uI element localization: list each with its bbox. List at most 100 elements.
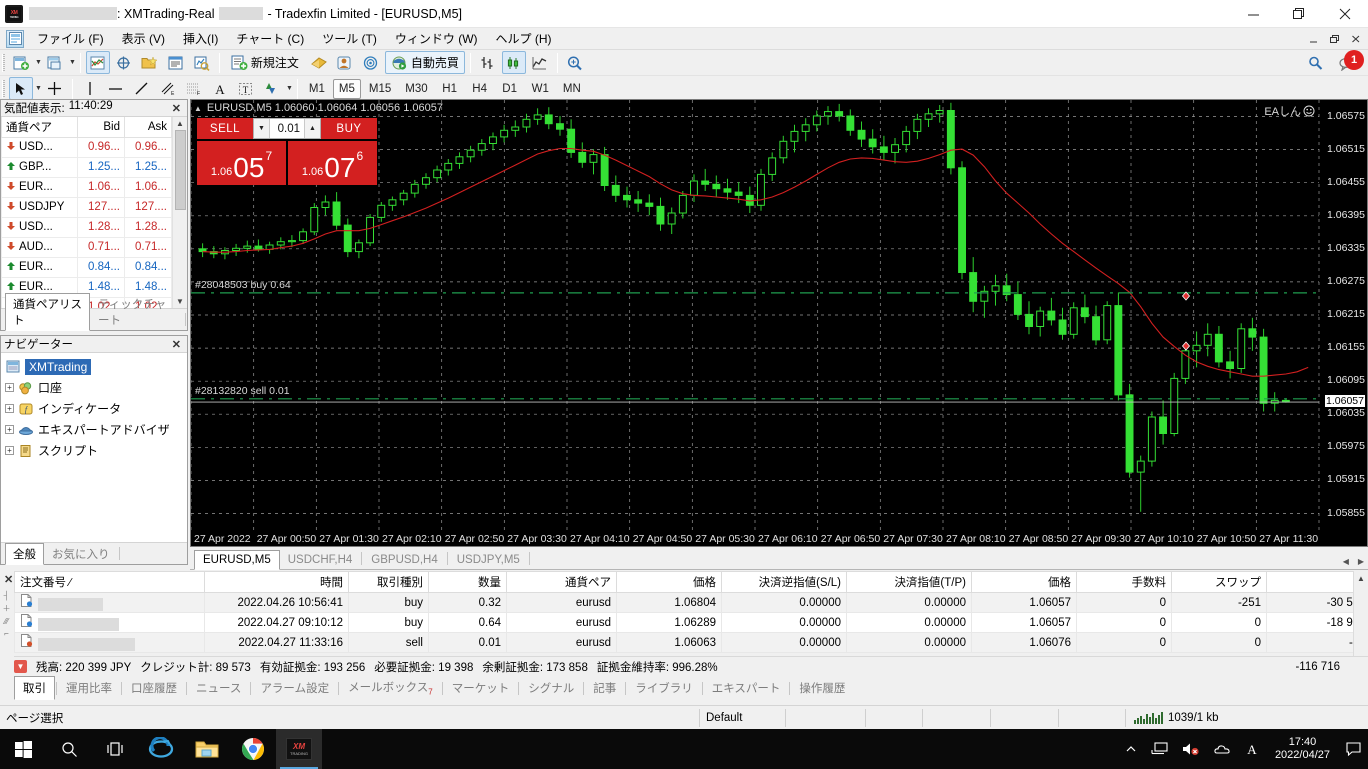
line-toolbar-grip[interactable] [2, 79, 5, 98]
autotrading-button[interactable]: 自動売買 [384, 51, 465, 74]
term-col-4[interactable]: 通貨ペア [506, 571, 617, 593]
chart-tab-eurusd-m5[interactable]: EURUSD,M5 [194, 550, 280, 570]
mw-symbol[interactable]: EUR... [1, 176, 78, 198]
term-col-1[interactable]: 時間 [204, 571, 349, 593]
mw-symbol[interactable]: EUR... [1, 256, 78, 278]
candlestick-chart-icon[interactable] [501, 51, 526, 74]
chart-tab-prev-icon[interactable]: ◀ [1343, 557, 1349, 566]
chart-collapse-icon[interactable]: ▲ [194, 104, 202, 113]
timeframe-h4[interactable]: H4 [466, 79, 494, 99]
expand-icon[interactable]: + [5, 404, 14, 413]
mw-symbol[interactable]: USD... [1, 216, 78, 238]
market-watch-row[interactable]: EUR... 0.84... 0.84... [1, 256, 172, 278]
terminal-tab-8[interactable]: 記事 [585, 677, 624, 699]
taskbar-internet-explorer[interactable] [138, 729, 184, 769]
expand-icon[interactable]: + [5, 446, 14, 455]
terminal-tab-4[interactable]: アラーム設定 [252, 677, 337, 699]
navigator-icon[interactable] [138, 51, 162, 74]
new-chart-dropdown[interactable]: ▼ [35, 59, 42, 66]
market-watch-row[interactable]: USD... 1.28... 1.28... [1, 216, 172, 238]
time-axis[interactable]: 27 Apr 2022 27 Apr 00:50 27 Apr 01:30 27 Ap… [191, 530, 1367, 546]
menu-insert[interactable]: 挿入(I) [174, 28, 227, 49]
horizontal-line-icon[interactable] [104, 77, 128, 100]
mw-symbol[interactable]: USDJPY [1, 196, 78, 218]
bar-chart-icon[interactable] [476, 51, 500, 74]
price-axis[interactable]: 1.06575 1.06515 1.06455 1.06395 1.06335 1.062… [1319, 100, 1367, 546]
term-col-0[interactable]: 注文番号 ∕ [14, 571, 205, 593]
search-icon[interactable] [1303, 51, 1327, 74]
volume-decrease-icon[interactable]: ▼ [254, 119, 270, 138]
timeframe-m30[interactable]: M30 [399, 79, 433, 99]
arrows-dropdown[interactable]: ▼ [286, 85, 293, 92]
data-window-icon[interactable] [112, 51, 136, 74]
term-col-8[interactable]: 価格 [971, 571, 1077, 593]
action-center-icon[interactable] [1339, 729, 1368, 769]
navigator-item-scripts[interactable]: + スクリプト [3, 440, 185, 461]
language-icon[interactable]: A [1238, 729, 1266, 769]
menu-chart[interactable]: チャート (C) [227, 28, 313, 49]
mw-col-bid[interactable]: Bid [77, 117, 125, 138]
crosshair-icon[interactable] [43, 77, 67, 100]
search-button[interactable] [46, 729, 92, 769]
new-chart-icon[interactable] [9, 51, 33, 74]
timeframe-m15[interactable]: M15 [363, 79, 397, 99]
market-watch-row[interactable]: GBP... 1.25... 1.25... [1, 156, 172, 178]
sell-button[interactable]: SELL [197, 118, 253, 139]
toolbar-grip[interactable] [2, 53, 5, 72]
navigator-item-indicators[interactable]: + f インディケータ [3, 398, 185, 419]
text-label-icon[interactable]: T [234, 77, 258, 100]
onedrive-icon[interactable] [1207, 729, 1238, 769]
table-row[interactable]: 2022.04.27 11:33:16 sell 0.01 eurusd 1.06063… [14, 632, 1368, 653]
chart-tab-usdjpy-m5[interactable]: USDJPY,M5 [449, 551, 528, 569]
sell-price[interactable]: 1.06 05 7 [197, 141, 286, 185]
tab-symbol-list[interactable]: 通貨ペアリスト [5, 293, 90, 331]
menu-help[interactable]: ヘルプ (H) [487, 28, 561, 49]
mw-col-symbol[interactable]: 通貨ペア [1, 117, 78, 138]
profiles-icon[interactable] [43, 51, 67, 74]
mw-symbol[interactable]: AUD... [1, 236, 78, 258]
term-col-2[interactable]: 取引種別 [348, 571, 429, 593]
minimize-button[interactable] [1230, 0, 1276, 28]
terminal-tab-2[interactable]: 口座履歴 [123, 677, 185, 699]
timeframe-d1[interactable]: D1 [496, 79, 524, 99]
mql5-community-icon[interactable] [333, 51, 357, 74]
timeframe-mn[interactable]: MN [557, 79, 587, 99]
table-row[interactable]: 2022.04.26 10:56:41 buy 0.32 eurusd 1.06804 0… [14, 592, 1368, 613]
taskbar-mt4[interactable]: XM TRADING [276, 729, 322, 769]
terminal-tab-7[interactable]: シグナル [520, 677, 582, 699]
market-watch-row[interactable]: EUR... 1.06... 1.06... [1, 176, 172, 198]
market-watch-row[interactable]: USDJPY 127.... 127.... [1, 196, 172, 218]
network-icon[interactable] [1144, 729, 1175, 769]
volume-stepper[interactable]: ▼ 0.01 ▲ [253, 118, 321, 139]
timeframe-m1[interactable]: M1 [303, 79, 331, 99]
maximize-restore-button[interactable] [1276, 0, 1322, 28]
vertical-line-icon[interactable] [78, 77, 102, 100]
text-icon[interactable]: A [208, 77, 232, 100]
cursor-dropdown[interactable]: ▼ [35, 85, 42, 92]
buy-price[interactable]: 1.06 07 6 [288, 141, 377, 185]
notifications-icon[interactable]: 1 [1333, 50, 1364, 74]
task-view-button[interactable] [92, 729, 138, 769]
terminal-tab-9[interactable]: ライブラリ [627, 677, 701, 699]
timeframe-h1[interactable]: H1 [436, 79, 464, 99]
chart-window[interactable]: ▲ EURUSD,M5 1.06060 1.06064 1.06056 1.06… [190, 99, 1368, 547]
terminal-tab-11[interactable]: 操作履歴 [791, 677, 853, 699]
volume-muted-icon[interactable] [1175, 729, 1207, 769]
expand-icon[interactable]: + [5, 425, 14, 434]
tab-tick-chart[interactable]: ティックチャート [90, 293, 184, 331]
market-watch-icon[interactable] [85, 51, 110, 74]
market-watch-close-icon[interactable]: ✕ [169, 102, 184, 115]
mw-symbol[interactable]: GBP... [1, 156, 78, 178]
terminal-tab-0[interactable]: 取引 [14, 676, 55, 700]
term-col-9[interactable]: 手数料 [1076, 571, 1172, 593]
volume-value[interactable]: 0.01 [270, 123, 304, 135]
term-col-5[interactable]: 価格 [616, 571, 722, 593]
arrows-icon[interactable] [260, 77, 284, 100]
scroll-up-icon[interactable]: ▲ [176, 117, 184, 130]
zoom-in-icon[interactable] [563, 51, 587, 74]
summary-expander-icon[interactable]: ▼ [14, 660, 27, 673]
navigator-item-accounts[interactable]: + 口座 [3, 377, 185, 398]
timeframe-m5[interactable]: M5 [332, 78, 361, 99]
navigator-close-icon[interactable]: ✕ [169, 338, 184, 351]
tray-expand-icon[interactable] [1118, 729, 1144, 769]
